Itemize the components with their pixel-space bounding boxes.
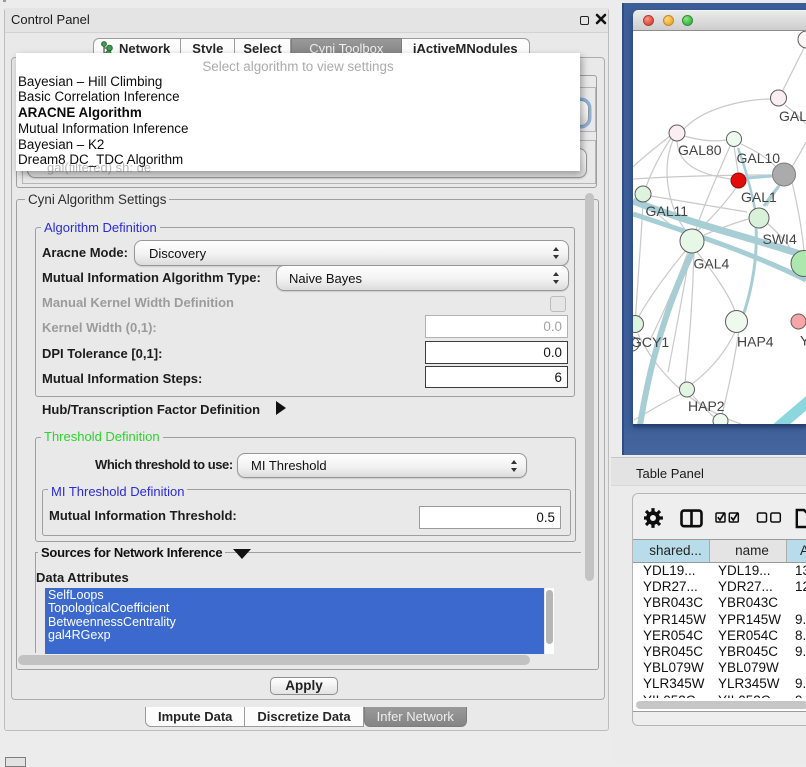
svg-text:GAL11: GAL11 <box>646 203 689 219</box>
svg-text:GAL10: GAL10 <box>737 150 781 166</box>
svg-text:GAL1: GAL1 <box>741 189 777 205</box>
svg-text:GAL4: GAL4 <box>694 256 730 272</box>
svg-text:SWI4: SWI4 <box>763 231 797 247</box>
svg-text:HAP2: HAP2 <box>688 398 725 414</box>
svg-text:GAL80: GAL80 <box>678 142 722 158</box>
svg-text:HAP4: HAP4 <box>737 334 774 350</box>
svg-text:GCY1: GCY1 <box>633 334 669 350</box>
svg-text:Y: Y <box>800 333 806 349</box>
svg-text:GAL7: GAL7 <box>779 108 806 124</box>
